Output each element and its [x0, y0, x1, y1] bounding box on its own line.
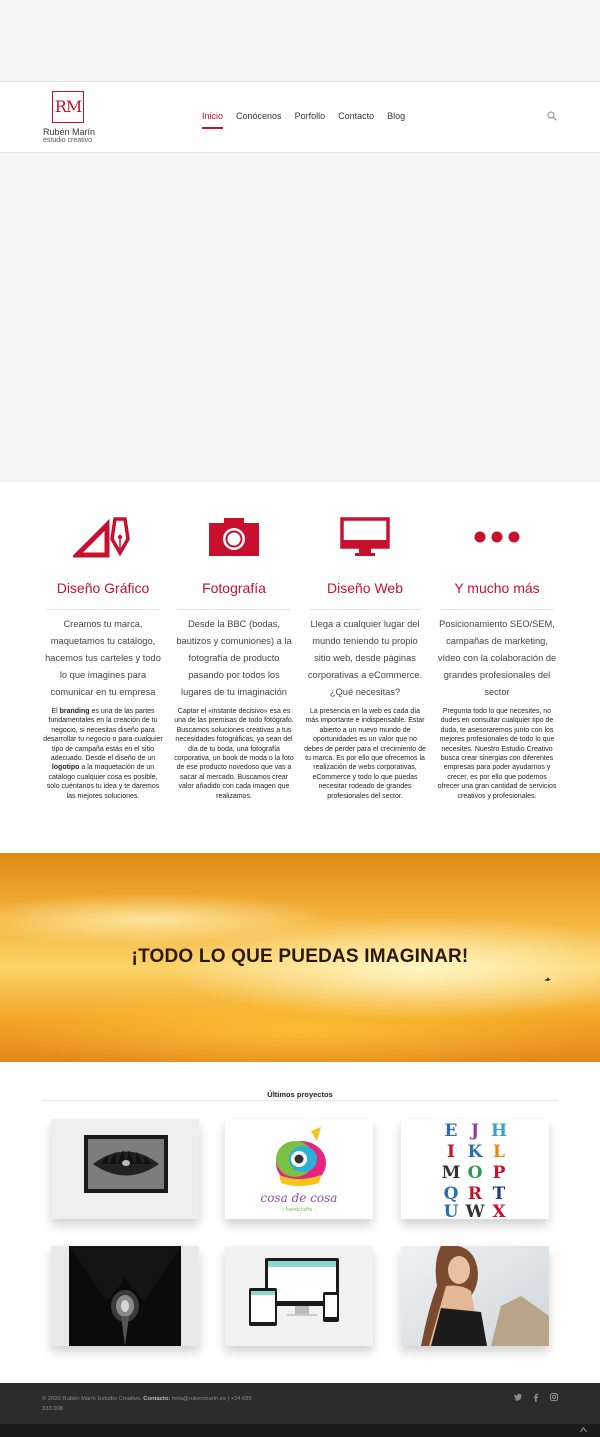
service-lead: Creamos tu marca, maquetamos tu catálogo…: [45, 619, 161, 697]
typography-alphabet-thumbnail[interactable]: E J H I K L M O P Q R T U W X: [401, 1119, 549, 1219]
svg-text:U: U: [444, 1202, 459, 1219]
portrait-photo-image: [401, 1246, 549, 1346]
divider: [42, 1100, 558, 1101]
services-section: Diseño Gráfico Creamos tu marca, maqueta…: [0, 482, 600, 853]
facebook-icon[interactable]: [532, 1393, 540, 1402]
nav-item-conocenos[interactable]: Conócenos: [236, 111, 282, 121]
logo-monogram: RM: [52, 91, 84, 123]
camera-icon: [209, 518, 259, 556]
divider: [178, 609, 290, 610]
service-title: Diseño Gráfico: [56, 580, 150, 596]
main-nav: Inicio Conócenos Porfollo Contacto Blog: [202, 111, 418, 129]
service-lead: Desde la BBC (bodas, bautizos y comunion…: [176, 619, 292, 697]
svg-text:K: K: [468, 1142, 484, 1162]
nav-item-blog[interactable]: Blog: [387, 111, 405, 121]
svg-text:- handcrafts -: - handcrafts -: [282, 1207, 316, 1213]
site-logo[interactable]: RM Rubén Marín estudio creativo: [41, 91, 101, 147]
eye-artwork-thumbnail[interactable]: [51, 1119, 199, 1219]
projects-title: Últimos proyectos: [267, 1090, 333, 1099]
svg-text:I: I: [447, 1142, 455, 1162]
socket-bar: [0, 1424, 600, 1437]
cosa-de-cosa-logo-thumbnail[interactable]: cosa de cosa - handcrafts -: [225, 1119, 373, 1219]
nav-item-contacto[interactable]: Contacto: [338, 111, 374, 121]
svg-text:J: J: [469, 1121, 479, 1141]
instagram-icon[interactable]: [550, 1393, 558, 1401]
pen-triangle-icon: [73, 517, 130, 558]
hero-slider: [0, 153, 600, 482]
svg-text:P: P: [493, 1163, 506, 1183]
divider: [441, 609, 553, 610]
forest-tunnel-thumbnail[interactable]: [51, 1246, 199, 1346]
sunset-banner: ¡TODO LO QUE PUEDAS IMAGINAR!: [0, 853, 600, 1062]
divider: [47, 609, 159, 610]
nav-item-portfolio[interactable]: Porfollo: [295, 111, 326, 121]
nav-item-inicio[interactable]: Inicio: [202, 111, 224, 129]
site-footer: © 2020 Rubén Marín Estudio Creativo. Con…: [0, 1383, 600, 1424]
bird-silhouette: [544, 977, 551, 981]
scroll-to-top-icon[interactable]: [580, 1427, 587, 1433]
service-body: Captar el «instante decisivo» esa es una…: [174, 708, 294, 800]
more-dots-icon: [474, 531, 520, 543]
svg-text:R: R: [468, 1184, 483, 1204]
logo-tagline: estudio creativo: [43, 137, 93, 144]
divider: [309, 609, 421, 610]
projects-heading: Últimos proyectos: [42, 1090, 558, 1102]
svg-text:O: O: [468, 1163, 483, 1183]
service-body: Pregunta todo lo que necesites, no dudes…: [437, 708, 557, 800]
monitor-icon: [340, 517, 390, 556]
svg-text:E: E: [445, 1121, 458, 1141]
eye-artwork-image: [51, 1119, 199, 1219]
portrait-photo-thumbnail[interactable]: [401, 1246, 549, 1346]
responsive-devices-thumbnail[interactable]: [225, 1246, 373, 1346]
svg-text:X: X: [492, 1202, 506, 1219]
footer-copyright: © 2020 Rubén Marín Estudio Creativo. Con…: [42, 1396, 252, 1412]
search-icon[interactable]: [547, 111, 557, 121]
service-body: La presencia en la web es cada día más i…: [304, 708, 426, 800]
service-lead: Llega a cualquier lugar del mundo tenien…: [307, 619, 423, 697]
site-header: RM Rubén Marín estudio creativo Inicio C…: [0, 82, 600, 153]
service-web-design: Diseño Web Llega a cualquier lugar del m…: [304, 512, 426, 801]
forest-tunnel-image: [51, 1246, 199, 1346]
cosa-de-cosa-logo-image: cosa de cosa - handcrafts -: [225, 1119, 373, 1219]
top-bar: [0, 0, 600, 82]
twitter-icon[interactable]: [514, 1393, 522, 1401]
service-photography: Fotografía Desde la BBC (bodas, bautizos…: [173, 512, 295, 801]
svg-text:T: T: [493, 1184, 506, 1204]
responsive-devices-image: [225, 1246, 373, 1346]
svg-text:M: M: [442, 1163, 461, 1183]
svg-text:L: L: [493, 1142, 505, 1162]
service-lead: Posicionamiento SEO/SEM, campañas de mar…: [437, 619, 557, 697]
service-title: Fotografía: [202, 580, 266, 596]
service-title: Y mucho más: [454, 580, 540, 596]
svg-text:Q: Q: [444, 1184, 459, 1204]
svg-text:H: H: [491, 1121, 507, 1141]
typography-alphabet-image: E J H I K L M O P Q R T U W X: [401, 1119, 549, 1219]
social-links: [514, 1393, 558, 1402]
banner-headline: ¡TODO LO QUE PUEDAS IMAGINAR!: [131, 946, 469, 967]
service-body: El branding es una de las partes fundame…: [43, 708, 163, 800]
service-title: Diseño Web: [326, 580, 403, 596]
logo-name: Rubén Marín: [43, 127, 96, 137]
svg-text:cosa de cosa: cosa de cosa: [261, 1191, 338, 1205]
svg-text:W: W: [464, 1202, 485, 1219]
service-graphic-design: Diseño Gráfico Creamos tu marca, maqueta…: [42, 512, 164, 801]
service-more: Y mucho más Posicionamiento SEO/SEM, cam…: [436, 512, 558, 801]
